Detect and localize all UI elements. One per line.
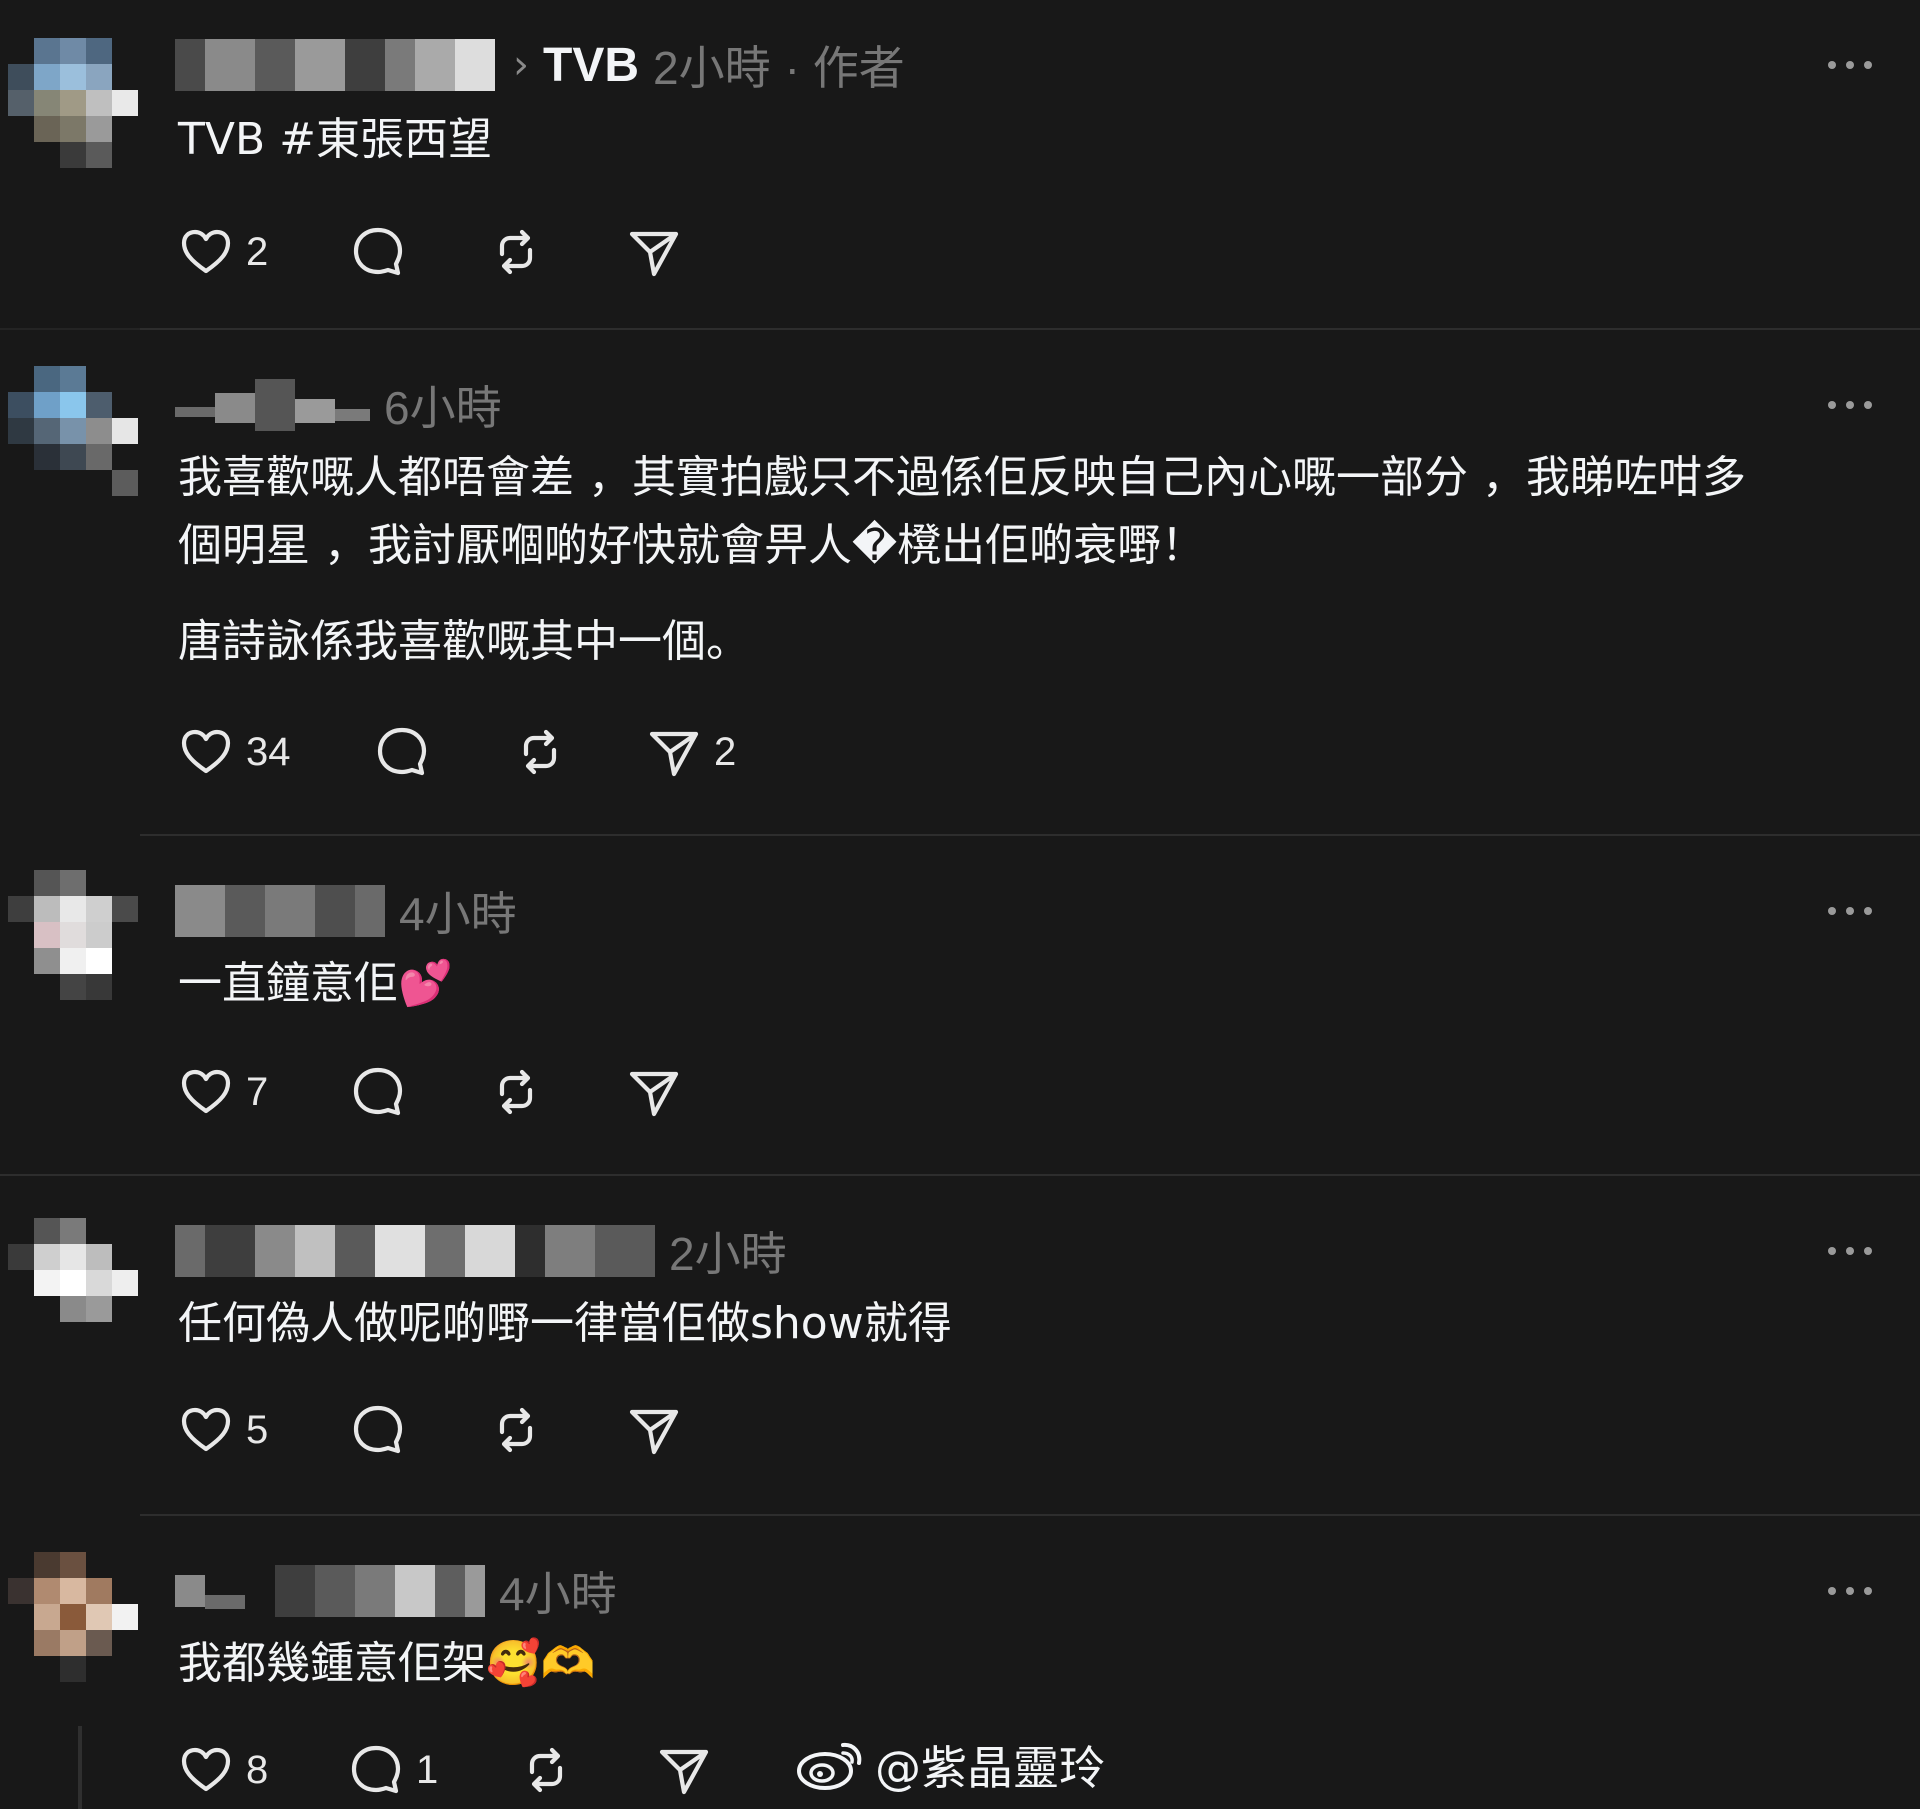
like-button[interactable]: 8 — [178, 1740, 268, 1800]
repost-button[interactable] — [512, 722, 580, 782]
comment-count: 1 — [416, 1747, 439, 1792]
share-button[interactable] — [656, 1740, 724, 1800]
send-icon — [649, 731, 699, 777]
like-count: 8 — [246, 1747, 269, 1792]
heart-icon — [181, 729, 231, 774]
post-time: 4小時 — [499, 1568, 617, 1620]
share-button[interactable] — [626, 1400, 694, 1460]
send-icon — [629, 1409, 679, 1455]
heart-icon — [181, 1747, 231, 1792]
share-button[interactable] — [626, 222, 694, 282]
repost-icon — [523, 729, 557, 775]
comment-button[interactable] — [350, 222, 418, 282]
comment-bubble-icon — [377, 727, 427, 776]
share-count: 2 — [714, 729, 737, 774]
comment-button[interactable] — [350, 1400, 418, 1460]
post-header: 2小時 — [175, 1221, 787, 1281]
post-text: 一直鐘意佢💕 — [178, 958, 453, 1009]
divider — [140, 834, 1920, 836]
post-header: 4小時 — [175, 881, 517, 941]
heart-icon — [181, 1407, 231, 1452]
thread-line — [78, 1726, 82, 1809]
username-blurred[interactable] — [175, 1225, 655, 1277]
post-header: 6小時 — [175, 375, 502, 435]
post-text: 我喜歡嘅人都唔會差 ，其實拍戲只不過係佢反映自己內心嘅一部分 ，我睇咗咁多 個明… — [178, 452, 1746, 571]
watermark: @紫晶靈玲 — [795, 1735, 1105, 1795]
post-text: 任何偽人做呢啲嘢一律當佢做show就得 — [178, 1298, 952, 1349]
repost-icon — [529, 1747, 563, 1793]
comment-bubble-icon — [353, 1405, 403, 1454]
post-time: 2小時 — [669, 1228, 787, 1280]
avatar[interactable] — [8, 1552, 140, 1682]
username-blurred[interactable] — [175, 1565, 485, 1617]
like-button[interactable]: 2 — [178, 222, 268, 282]
username-blurred[interactable] — [175, 379, 370, 431]
more-options-icon[interactable] — [1828, 904, 1872, 918]
like-button[interactable]: 34 — [178, 722, 291, 782]
post-time: 2小時 — [653, 42, 771, 94]
post-text-paragraph: 唐詩詠係我喜歡嘅其中一個。 — [178, 616, 750, 667]
divider — [0, 328, 140, 330]
repost-icon — [499, 1069, 533, 1115]
send-icon — [659, 1749, 709, 1795]
author-label: · 作者 — [784, 42, 905, 94]
divider — [0, 1174, 1920, 1176]
chevron-right-icon: › — [513, 42, 529, 88]
like-button[interactable]: 7 — [178, 1062, 268, 1122]
like-count: 2 — [246, 229, 269, 274]
username-blurred[interactable] — [175, 885, 385, 937]
heart-icon — [181, 229, 231, 274]
post-header: 4小時 — [175, 1561, 617, 1621]
avatar[interactable] — [8, 870, 140, 1000]
watermark-text: @紫晶靈玲 — [875, 1741, 1105, 1795]
repost-button[interactable] — [488, 1062, 556, 1122]
comment-bubble-icon — [351, 1745, 401, 1794]
post-time: 4小時 — [399, 888, 517, 940]
avatar[interactable] — [8, 38, 140, 168]
divider — [140, 1514, 1920, 1516]
heart-icon — [181, 1069, 231, 1114]
username-blurred[interactable] — [175, 39, 495, 91]
share-button[interactable]: 2 — [646, 722, 736, 782]
share-button[interactable] — [626, 1062, 694, 1122]
post-text: TVB #東張西望 — [178, 114, 493, 165]
like-button[interactable]: 5 — [178, 1400, 268, 1460]
more-options-icon[interactable] — [1828, 1244, 1872, 1258]
more-options-icon[interactable] — [1828, 58, 1872, 72]
repost-button[interactable] — [488, 222, 556, 282]
repost-button[interactable] — [518, 1740, 586, 1800]
comment-bubble-icon — [353, 227, 403, 276]
send-icon — [629, 1071, 679, 1117]
like-count: 34 — [246, 729, 291, 774]
avatar[interactable] — [8, 1218, 140, 1348]
post-header: › TVB 2小時 · 作者 — [175, 35, 905, 95]
more-options-icon[interactable] — [1828, 1584, 1872, 1598]
send-icon — [629, 231, 679, 277]
avatar[interactable] — [8, 366, 140, 496]
comment-button[interactable]: 1 — [348, 1740, 438, 1800]
weibo-logo-icon — [797, 1742, 862, 1790]
like-count: 5 — [246, 1407, 269, 1452]
more-options-icon[interactable] — [1828, 398, 1872, 412]
post-time: 6小時 — [384, 382, 502, 434]
comment-bubble-icon — [353, 1067, 403, 1116]
topic-tag[interactable]: TVB — [543, 38, 639, 93]
repost-icon — [499, 1407, 533, 1453]
repost-icon — [499, 229, 533, 275]
post-text: 我都幾鍾意佢架🥰🫶 — [178, 1638, 596, 1689]
like-count: 7 — [246, 1069, 269, 1114]
comment-button[interactable] — [374, 722, 442, 782]
repost-button[interactable] — [488, 1400, 556, 1460]
divider — [140, 328, 1920, 330]
comment-button[interactable] — [350, 1062, 418, 1122]
